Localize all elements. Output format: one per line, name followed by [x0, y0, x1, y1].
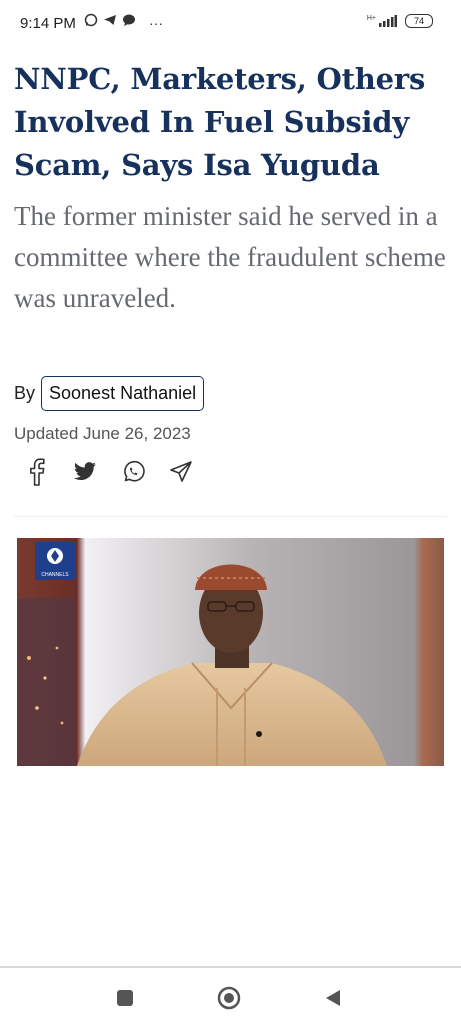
whatsapp-icon — [84, 13, 98, 32]
home-circle-icon[interactable] — [216, 985, 242, 1011]
divider — [14, 516, 447, 517]
whatsapp-share-icon[interactable] — [120, 458, 146, 486]
system-nav-bar — [0, 970, 461, 1024]
article-headline: NNPC, Marketers, Others Involved In Fuel… — [14, 62, 426, 182]
byline: By Soonest Nathaniel — [14, 376, 205, 411]
network-type: H+ — [366, 15, 376, 22]
back-triangle-icon[interactable] — [320, 985, 346, 1011]
advertisement-strip — [0, 966, 461, 968]
overflow-dots: ··· — [149, 14, 163, 31]
battery-icon: 74 — [405, 14, 433, 28]
status-bar: 9:14 PM ··· H+ 74 — [0, 0, 461, 50]
signal-icon: H+ — [367, 15, 397, 27]
status-time: 9:14 PM — [20, 15, 76, 32]
system-icons: H+ 74 — [367, 14, 433, 28]
facebook-icon[interactable] — [24, 458, 50, 486]
chat-icon — [122, 13, 136, 32]
channels-logo-text: CHANNELS — [41, 572, 69, 578]
telegram-icon — [103, 13, 117, 32]
updated-date: Updated June 26, 2023 — [14, 424, 191, 443]
share-row — [24, 458, 194, 486]
author-link[interactable]: Soonest Nathaniel — [41, 376, 205, 411]
twitter-icon[interactable] — [72, 458, 98, 486]
by-label: By — [14, 383, 36, 403]
recents-square-icon[interactable] — [112, 985, 138, 1011]
article-hero-image[interactable]: CHANNELS — [17, 538, 444, 766]
send-icon[interactable] — [168, 458, 194, 486]
notification-icons: ··· — [84, 13, 163, 32]
article-subtitle: The former minister said he served in a … — [14, 201, 446, 313]
